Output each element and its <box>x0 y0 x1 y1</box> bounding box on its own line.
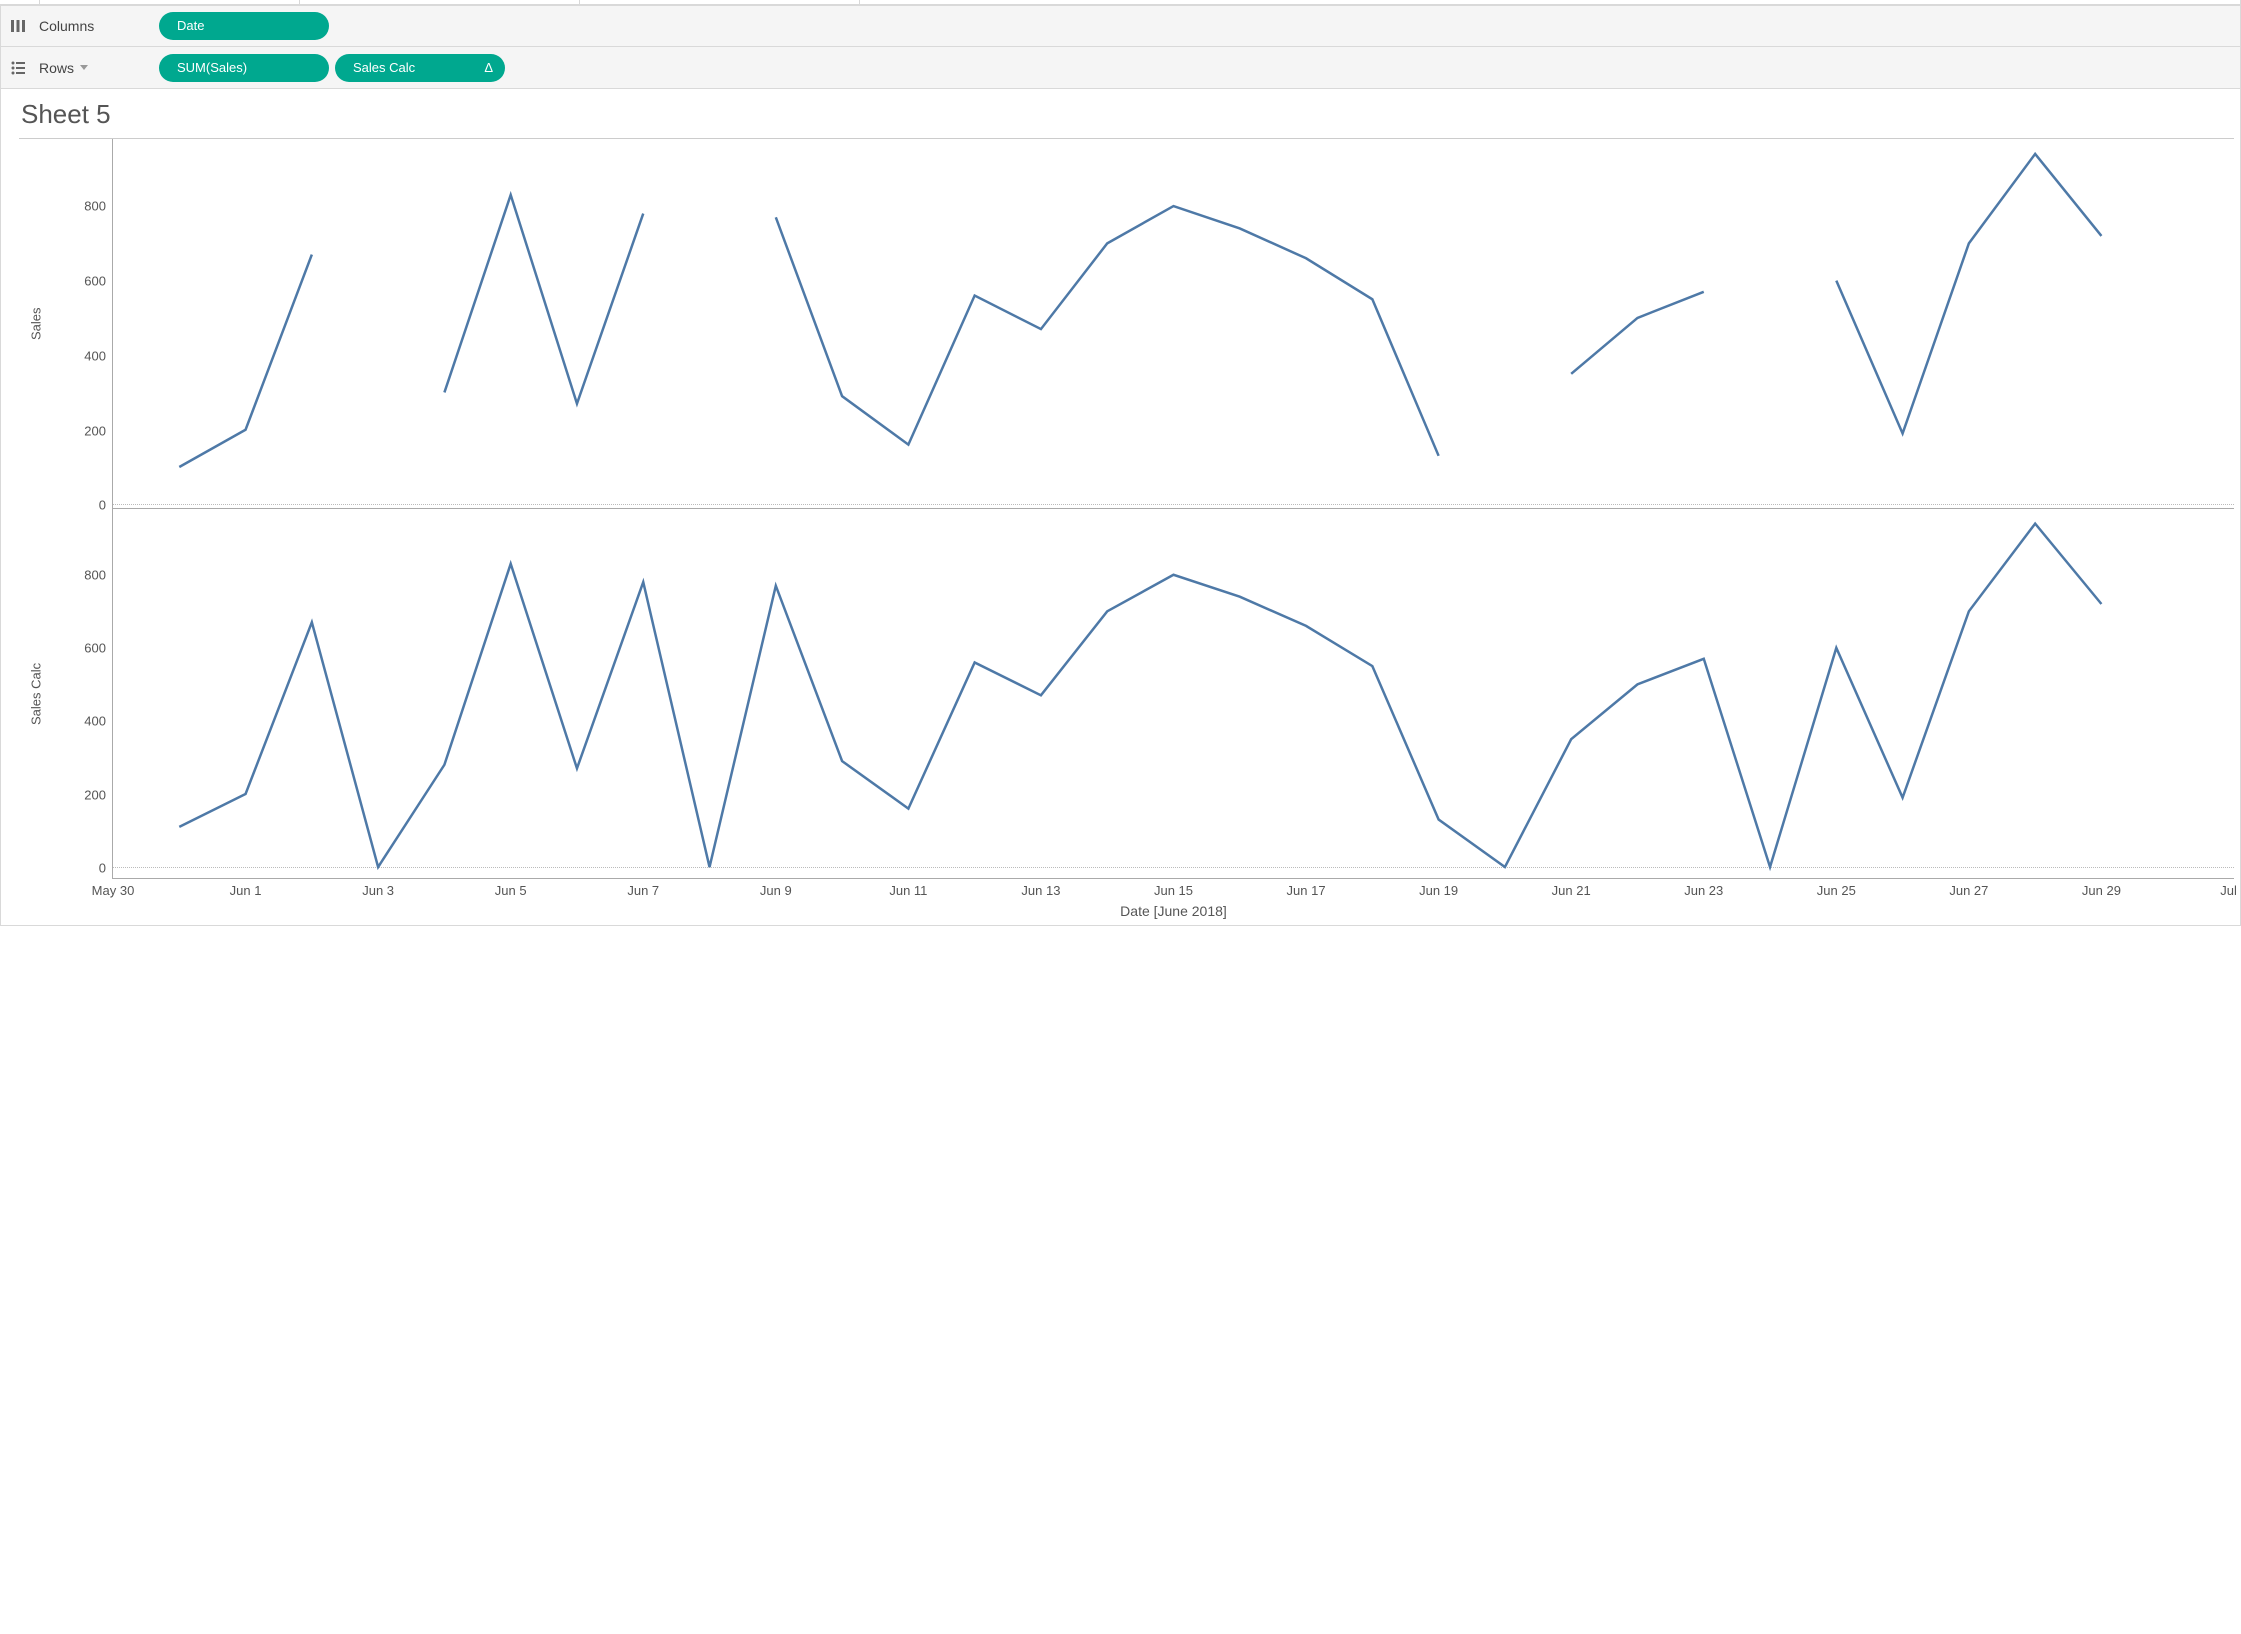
columns-icon <box>7 15 29 37</box>
x-tick: Jun 1 <box>230 883 262 898</box>
x-tick: Jun 11 <box>889 883 927 898</box>
line-segment <box>444 195 643 404</box>
x-tick: May 30 <box>92 883 135 898</box>
y-axis-ticks-sales: 0200400600800 <box>53 139 113 509</box>
x-axis-title: Date [June 2018] <box>113 903 2234 919</box>
y-tick: 400 <box>58 714 106 729</box>
pill-date[interactable]: Date <box>159 12 329 40</box>
columns-label: Columns <box>39 18 94 34</box>
chart-frame: Sales 0 200 400 600 800 Sales Calc 0 200 400 60… <box>19 138 2234 919</box>
dropdown-icon[interactable] <box>80 65 88 70</box>
pill-label: Sales Calc <box>353 58 415 78</box>
x-tick: Jun 23 <box>1684 883 1723 898</box>
line-segment <box>179 524 2101 867</box>
rows-shelf[interactable]: Rows SUM(Sales) Sales Calc Δ <box>0 47 2241 89</box>
columns-label-wrap: Columns <box>39 18 149 34</box>
y-axis-ticks-salescalc: 0 200 400 600 800 <box>53 509 113 879</box>
y-tick: 600 <box>58 641 106 656</box>
columns-shelf[interactable]: Columns Date <box>0 5 2241 47</box>
y-tick: 800 <box>58 199 106 214</box>
x-axis: Date [June 2018] May 30Jun 1Jun 3Jun 5Ju… <box>113 879 2234 919</box>
y-tick: 800 <box>58 567 106 582</box>
x-tick: Jun 27 <box>1949 883 1988 898</box>
pill-label: Date <box>177 16 204 36</box>
x-tick: Jun 15 <box>1154 883 1193 898</box>
columns-pills: Date <box>159 12 2234 40</box>
x-tick: Jun 25 <box>1817 883 1856 898</box>
x-tick: Jun 21 <box>1552 883 1591 898</box>
worksheet: Sheet 5 Sales 0 200 400 600 800 Sales Calc 0… <box>0 89 2241 926</box>
y-tick: 200 <box>58 423 106 438</box>
table-calc-icon: Δ <box>484 58 493 78</box>
app-root: Columns Date Rows SUM(Sales) S <box>0 0 2241 926</box>
rows-pills: SUM(Sales) Sales Calc Δ <box>159 54 2234 82</box>
rows-icon <box>7 57 29 79</box>
plot-salescalc[interactable] <box>113 509 2234 879</box>
rows-label: Rows <box>39 60 74 76</box>
sheet-title: Sheet 5 <box>21 99 2234 130</box>
line-segment <box>776 206 1439 456</box>
line-segment <box>1571 292 1704 374</box>
x-tick: Jun 3 <box>362 883 394 898</box>
line-svg-salescalc <box>113 509 2234 878</box>
line-svg-sales <box>113 139 2234 508</box>
y-axis-title-salescalc: Sales Calc <box>19 509 53 879</box>
x-tick: Jun 5 <box>495 883 527 898</box>
y-tick: 0 <box>58 861 106 876</box>
x-tick: Jun 19 <box>1419 883 1458 898</box>
pill-sales-calc[interactable]: Sales Calc Δ <box>335 54 505 82</box>
y-axis-title-sales: Sales <box>19 139 53 509</box>
line-segment <box>179 255 312 467</box>
x-tick: Jun 9 <box>760 883 792 898</box>
pill-sum-sales[interactable]: SUM(Sales) <box>159 54 329 82</box>
x-tick: Jun 7 <box>627 883 659 898</box>
x-tick: Jul 1 <box>2220 883 2241 898</box>
y-tick: 400 <box>58 348 106 363</box>
plot-sales[interactable] <box>113 139 2234 509</box>
line-segment <box>1836 154 2101 434</box>
x-tick: Jun 13 <box>1021 883 1060 898</box>
y-tick: 200 <box>58 787 106 802</box>
x-tick: Jun 29 <box>2082 883 2121 898</box>
x-tick: Jun 17 <box>1287 883 1326 898</box>
y-tick: 600 <box>58 274 106 289</box>
pill-label: SUM(Sales) <box>177 58 247 78</box>
rows-label-wrap: Rows <box>39 60 149 76</box>
